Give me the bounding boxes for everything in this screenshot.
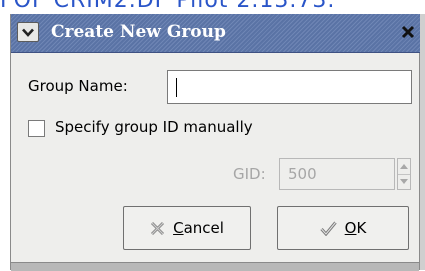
ok-label: OK [345,219,367,237]
gid-value: 500 [288,165,317,183]
text-caret [176,78,177,97]
spin-up-button[interactable] [398,159,410,175]
cancel-mnemonic: C [173,219,184,237]
gid-label: GID: [233,165,266,183]
ok-label-rest: K [356,219,367,237]
close-icon [401,25,415,39]
checkmark-icon [320,221,337,236]
gid-input[interactable]: 500 [279,158,395,190]
dialog-title: Create New Group [51,22,226,42]
cancel-label-rest: ancel [183,219,224,237]
spin-down-button[interactable] [398,174,410,189]
cancel-x-icon [150,221,165,236]
ok-mnemonic: O [344,219,357,237]
specify-gid-checkbox[interactable] [28,120,45,137]
cancel-label: Cancel [173,219,224,237]
background-window-edge [420,14,425,270]
group-name-label: Group Name: [28,77,128,95]
close-button[interactable] [397,20,419,44]
cancel-button[interactable]: Cancel [123,206,251,250]
chevron-down-icon [22,28,34,37]
ok-button[interactable]: OK [277,206,409,250]
create-group-dialog: Create New Group Group Name: Specify gro… [10,14,420,271]
spin-up-icon [400,164,408,169]
gid-spinner[interactable] [397,158,411,190]
window-menu-button[interactable] [17,22,39,42]
specify-gid-label[interactable]: Specify group ID manually [55,118,253,136]
background-window-title: FOF CRIM2.DF Pilot 2.13.73. [0,0,336,13]
group-name-input[interactable] [167,70,412,104]
title-bar[interactable]: Create New Group [11,14,420,53]
spin-down-icon [400,179,408,184]
